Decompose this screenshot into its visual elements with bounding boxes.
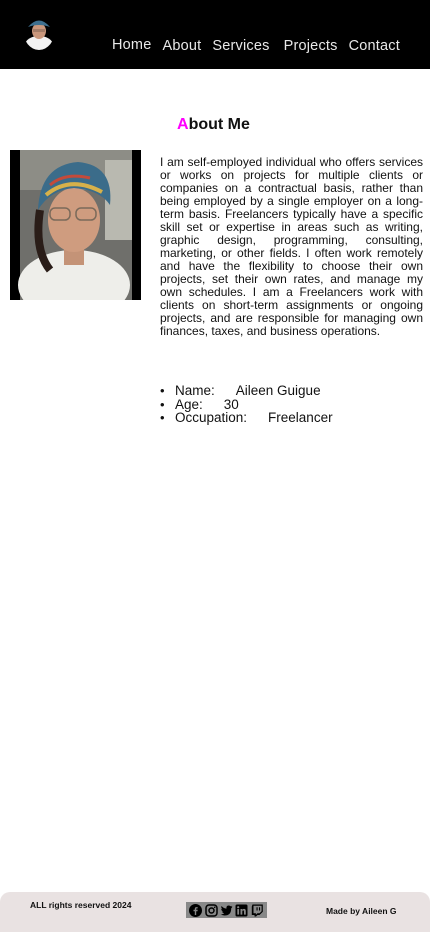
info-value: 30 [223, 396, 239, 412]
info-list: • Name: Aileen Guigue • Age: 30 • Occupa… [160, 384, 333, 425]
avatar-icon[interactable] [23, 10, 55, 50]
nav-projects-link[interactable]: Projects [284, 38, 338, 54]
info-item-age: • Age: 30 [160, 396, 333, 412]
about-title: About Me [177, 116, 250, 134]
about-paragraph: I am self-employed individual who offers… [160, 155, 423, 338]
nav-links: Home About Services Projects Contact [112, 37, 411, 54]
profile-photo [10, 150, 141, 300]
info-value: Aileen Guigue [235, 383, 321, 398]
about-title-rest: bout Me [188, 116, 250, 133]
footer-rights: ALL rights reserved 2024 [30, 900, 132, 910]
info-item-name: • Name: Aileen Guigue [160, 384, 333, 398]
about-title-accent: A [177, 116, 189, 133]
nav-contact-link[interactable]: Contact [349, 38, 400, 54]
social-links [186, 902, 267, 918]
nav-services-link[interactable]: Services [212, 38, 269, 54]
instagram-icon[interactable] [204, 903, 218, 917]
navbar: Home About Services Projects Contact [0, 0, 430, 69]
info-value: Freelancer [268, 410, 333, 425]
footer: ALL rights reserved 2024 Made by Aileen … [0, 892, 430, 932]
nav-home-link[interactable]: Home [112, 37, 151, 54]
facebook-icon[interactable] [189, 903, 203, 917]
info-label: Occupation: [175, 410, 248, 425]
bullet-icon: • [160, 383, 165, 398]
footer-made-by: Made by Aileen G [326, 906, 397, 916]
twitch-icon[interactable] [251, 904, 264, 917]
twitter-icon[interactable] [220, 904, 233, 917]
linkedin-icon[interactable] [235, 904, 248, 917]
bullet-icon: • [160, 396, 165, 412]
nav-about-link[interactable]: About [162, 38, 201, 54]
info-label: Name: [175, 383, 215, 398]
info-item-occupation: • Occupation: Freelancer [160, 411, 333, 425]
bullet-icon: • [160, 410, 165, 425]
info-label: Age: [175, 396, 203, 412]
